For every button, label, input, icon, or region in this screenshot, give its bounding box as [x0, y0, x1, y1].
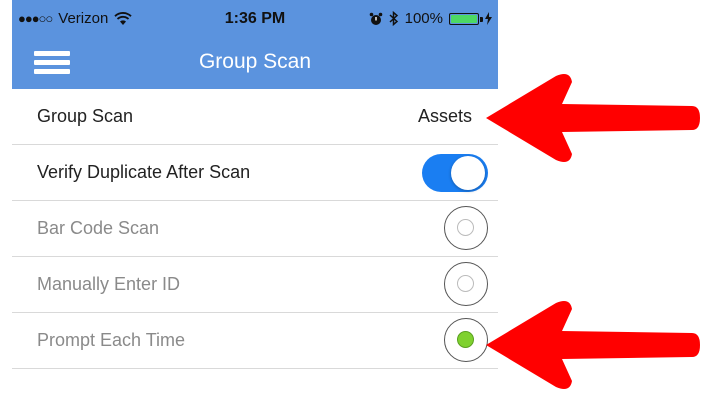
charging-icon	[485, 12, 492, 25]
bar-code-scan-label: Bar Code Scan	[37, 218, 160, 238]
status-right: 100%	[369, 10, 492, 27]
prompt-each-time-row[interactable]: Prompt Each Time	[12, 313, 498, 369]
group-scan-value[interactable]: Assets	[418, 106, 472, 127]
battery-percentage: 100%	[404, 10, 443, 27]
battery-icon	[449, 12, 483, 25]
verify-duplicate-label: Verify Duplicate After Scan	[37, 162, 251, 182]
nav-bar: Group Scan	[12, 36, 498, 89]
settings-list: Group Scan Assets Verify Duplicate After…	[12, 89, 498, 369]
bar-code-scan-row[interactable]: Bar Code Scan	[12, 201, 498, 257]
prompt-each-time-label: Prompt Each Time	[37, 330, 186, 350]
app-header: ●●●○○ Verizon 1:36 PM 100% Group Scan	[12, 0, 498, 89]
manually-enter-id-row[interactable]: Manually Enter ID	[12, 257, 498, 313]
arrow-annotation-group-scan	[486, 74, 700, 162]
status-bar: ●●●○○ Verizon 1:36 PM 100%	[12, 0, 498, 36]
bar-code-scan-radio[interactable]	[444, 206, 488, 250]
bluetooth-icon	[389, 11, 398, 26]
group-scan-label: Group Scan	[37, 106, 134, 126]
group-scan-row[interactable]: Group Scan Assets	[12, 89, 498, 145]
manually-enter-id-label: Manually Enter ID	[37, 274, 181, 294]
app-screen: ●●●○○ Verizon 1:36 PM 100% Group Scan Gr…	[12, 0, 498, 385]
verify-duplicate-row: Verify Duplicate After Scan	[12, 145, 498, 201]
page-title: Group Scan	[198, 50, 312, 73]
arrow-annotation-prompt-each-time	[486, 301, 700, 389]
alarm-icon	[369, 12, 382, 25]
